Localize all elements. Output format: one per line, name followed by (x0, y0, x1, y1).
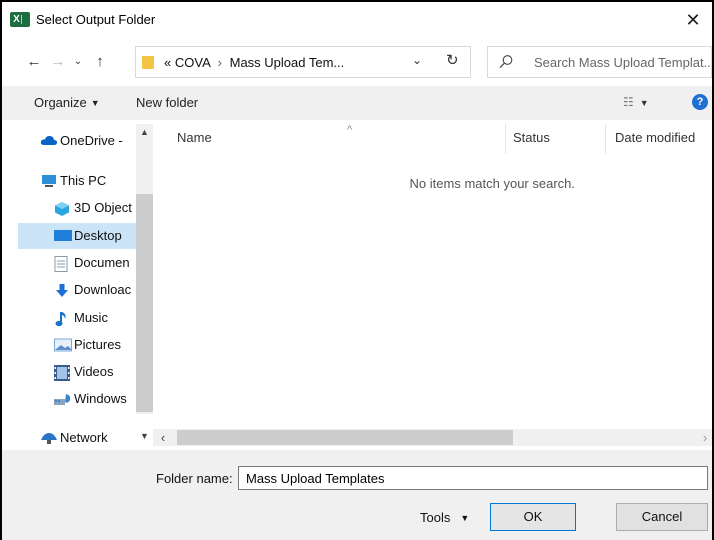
sidebar-item-network[interactable]: Network (18, 425, 138, 450)
desktop-icon (54, 229, 72, 243)
sidebar-item-windows-drive[interactable]: Windows (18, 386, 138, 412)
address-dropdown-icon[interactable]: ⌄ (412, 53, 428, 67)
file-list[interactable]: ^ Name Status Date modified No items mat… (153, 124, 712, 428)
document-icon (54, 256, 70, 272)
navigation-bar: ← → ⌄ ↑ « COVA › Mass Upload Tem... ⌄ ↻ (2, 46, 712, 78)
close-icon: ✕ (685, 10, 701, 30)
cloud-icon (40, 134, 58, 148)
refresh-icon[interactable]: ↻ (446, 51, 464, 69)
back-button[interactable]: ← (25, 51, 43, 73)
sidebar-item-label: Desktop (74, 228, 122, 243)
sidebar-item-label: 3D Object (74, 200, 132, 215)
change-view-button[interactable]: ☷ ▼ (623, 95, 649, 109)
column-divider[interactable] (605, 124, 606, 154)
sort-ascending-icon: ^ (347, 124, 353, 136)
folder-name-input[interactable] (238, 466, 708, 490)
sidebar-item-music[interactable]: Music (18, 305, 138, 331)
sidebar-item-downloads[interactable]: Downloac (18, 277, 138, 303)
sidebar-item-desktop[interactable]: Desktop (18, 223, 136, 249)
excel-icon: X (10, 12, 30, 27)
sidebar-item-label: Music (74, 310, 108, 325)
folder-name-label: Folder name: (156, 471, 233, 486)
folder-icon (142, 56, 154, 69)
column-header-status[interactable]: Status (513, 130, 550, 145)
computer-icon (40, 174, 56, 188)
horizontal-scrollbar[interactable]: ‹ › (153, 429, 712, 446)
sidebar-item-label: Windows (74, 391, 127, 406)
download-icon (54, 283, 70, 297)
caret-down-icon: ▼ (639, 98, 649, 108)
forward-arrow-icon: → (50, 53, 66, 70)
scrollbar-thumb[interactable] (177, 430, 513, 445)
search-box[interactable]: Search Mass Upload Templat... (487, 46, 712, 78)
videos-icon (54, 365, 70, 381)
dialog-footer: Folder name: Tools ▼ OK Cancel (2, 450, 712, 540)
sidebar-item-videos[interactable]: Videos (18, 359, 138, 385)
sidebar-item-onedrive[interactable]: OneDrive - (18, 128, 138, 154)
view-options-icon: ☷ (623, 95, 634, 109)
caret-down-icon: ▼ (90, 98, 100, 108)
sidebar-item-label: Pictures (74, 337, 121, 352)
scroll-left-icon[interactable]: ‹ (155, 429, 171, 446)
navigation-scrollbar[interactable]: ▲ (136, 124, 153, 414)
drive-icon (54, 392, 71, 406)
select-output-folder-dialog: X Select Output Folder ✕ ← → ⌄ ↑ « COVA (0, 0, 714, 540)
title-bar: X Select Output Folder ✕ (2, 2, 712, 38)
pictures-icon (54, 338, 72, 352)
close-button[interactable]: ✕ (680, 6, 706, 34)
search-icon (498, 54, 514, 70)
scroll-down-icon[interactable]: ▼ (136, 428, 153, 444)
breadcrumb: « COVA › Mass Upload Tem... (164, 55, 344, 70)
tools-label: Tools (420, 510, 451, 525)
excel-icon-letter: X (13, 14, 20, 25)
breadcrumb-segment-mass-upload[interactable]: Mass Upload Tem... (230, 55, 345, 70)
caret-down-icon: ▼ (460, 513, 470, 523)
cube-icon (54, 201, 70, 216)
sidebar-item-this-pc[interactable]: This PC (18, 168, 138, 194)
sidebar-item-label: Downloac (74, 282, 132, 297)
ok-button[interactable]: OK (490, 503, 576, 531)
new-folder-button[interactable]: New folder (136, 95, 198, 110)
sidebar-item-label: OneDrive - (60, 133, 123, 148)
tools-button[interactable]: Tools ▼ (420, 510, 469, 525)
music-icon (54, 311, 70, 327)
empty-folder-message: No items match your search. (409, 176, 575, 191)
breadcrumb-segment-cova[interactable]: COVA (175, 55, 210, 70)
column-header-name[interactable]: Name (177, 130, 212, 145)
sidebar-item-documents[interactable]: Documen (18, 250, 138, 276)
network-icon (40, 431, 57, 445)
scrollbar-thumb[interactable] (136, 194, 153, 412)
help-icon: ? (696, 96, 704, 108)
sidebar-item-label: Videos (74, 364, 114, 379)
help-button[interactable]: ? (692, 94, 708, 110)
command-toolbar: Organize ▼ New folder ☷ ▼ ? (2, 86, 712, 120)
forward-button[interactable]: → (49, 51, 67, 73)
up-arrow-icon: ↑ (96, 53, 104, 70)
search-input[interactable]: Search Mass Upload Templat... (534, 55, 711, 70)
scroll-right-icon[interactable]: › (700, 429, 710, 446)
sidebar-item-label: Network (60, 430, 108, 445)
window-title: Select Output Folder (36, 12, 156, 27)
address-bar[interactable]: « COVA › Mass Upload Tem... ⌄ ↻ (135, 46, 471, 78)
sidebar-item-pictures[interactable]: Pictures (18, 332, 138, 358)
scroll-up-icon[interactable]: ▲ (136, 124, 153, 140)
sidebar-item-label: This PC (60, 173, 107, 188)
cancel-button[interactable]: Cancel (616, 503, 708, 531)
recent-locations-button[interactable]: ⌄ (69, 51, 87, 73)
column-header-date-modified[interactable]: Date modified (615, 130, 695, 145)
navigation-pane: OneDrive - This PC 3D Object Desktop Doc… (2, 124, 152, 450)
chevron-down-icon: ⌄ (73, 56, 83, 67)
organize-label: Organize (34, 95, 87, 110)
breadcrumb-overflow[interactable]: « (164, 55, 171, 70)
up-button[interactable]: ↑ (91, 51, 109, 73)
organize-button[interactable]: Organize ▼ (34, 95, 100, 110)
excel-icon-sheet (21, 15, 28, 24)
column-divider[interactable] (505, 124, 506, 154)
back-arrow-icon: ← (26, 53, 42, 70)
breadcrumb-separator-icon: › (217, 55, 222, 70)
sidebar-item-label: Documen (74, 255, 130, 270)
sidebar-item-3d-objects[interactable]: 3D Object (18, 195, 138, 221)
